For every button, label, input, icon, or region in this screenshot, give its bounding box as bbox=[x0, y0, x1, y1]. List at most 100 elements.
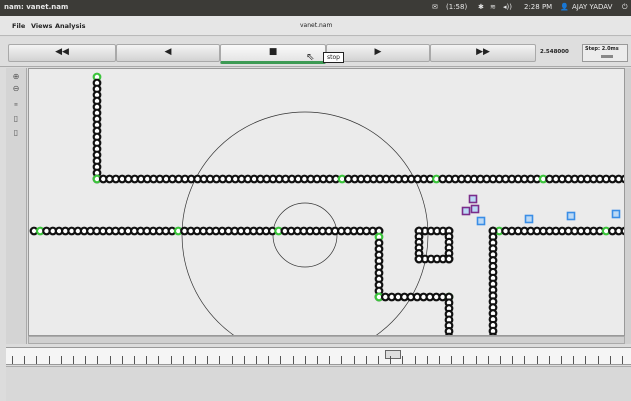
step-label: Step: 2.0ms bbox=[585, 46, 619, 52]
menu-views[interactable]: Views bbox=[31, 22, 52, 30]
vehicle-node bbox=[524, 214, 534, 224]
timeline-tick bbox=[292, 356, 294, 364]
timeline-tick bbox=[487, 356, 489, 364]
timeline-tick bbox=[500, 356, 501, 364]
vehicle-node bbox=[476, 216, 486, 226]
fast-forward-button[interactable]: ▶▶ bbox=[430, 44, 536, 62]
mouse-cursor-icon: ⇖ bbox=[306, 52, 315, 63]
timeline-tick bbox=[341, 356, 343, 364]
timeline-tick bbox=[207, 356, 209, 364]
timeline-tick bbox=[414, 356, 416, 364]
road-nodes bbox=[29, 72, 624, 335]
left-toolbar: ⊕ ⊖ ≡ ▯ ▯ bbox=[6, 68, 27, 344]
rewind-button[interactable]: ◀ bbox=[116, 44, 220, 62]
zoom-level-icon[interactable]: ≡ bbox=[10, 100, 22, 110]
timeline-tick bbox=[280, 356, 282, 364]
monitor-icon[interactable]: ▯ bbox=[10, 128, 22, 138]
timeline-tick bbox=[182, 356, 184, 364]
timeline-tick bbox=[390, 356, 392, 364]
timeline-tick bbox=[524, 356, 526, 364]
timeline-tick bbox=[12, 356, 13, 364]
mail-icon[interactable]: ✉ bbox=[432, 3, 438, 11]
timeline-slider[interactable] bbox=[6, 347, 631, 365]
timeline-tick bbox=[548, 356, 550, 364]
menu-bar: File Views Analysis vanet.nam bbox=[0, 16, 631, 36]
fast-rewind-button[interactable]: ◀◀ bbox=[8, 44, 116, 62]
range-circle-outer bbox=[181, 111, 429, 335]
network-node bbox=[444, 254, 454, 264]
vertical-scrollbar[interactable] bbox=[625, 68, 631, 344]
timeline-tick bbox=[317, 356, 318, 364]
timeline-tick bbox=[48, 356, 50, 364]
network-node bbox=[414, 254, 424, 264]
file-name-label: vanet.nam bbox=[300, 22, 333, 29]
timeline-tick bbox=[24, 356, 26, 364]
timeline-tick bbox=[170, 356, 172, 364]
wifi-icon[interactable]: ≋ bbox=[490, 3, 496, 11]
timeline-tick bbox=[219, 356, 221, 364]
clock[interactable]: 2:28 PM bbox=[524, 3, 552, 11]
timeline-tick bbox=[304, 356, 306, 364]
timeline-tick bbox=[146, 356, 148, 364]
timeline-tick bbox=[573, 356, 575, 364]
step-slider[interactable] bbox=[601, 55, 613, 58]
timeline-tick bbox=[353, 356, 355, 364]
timeline-tick bbox=[73, 356, 74, 364]
timeline-tick bbox=[585, 356, 587, 364]
timeline-tick bbox=[109, 356, 111, 364]
user-icon: 👤 bbox=[560, 3, 569, 11]
timeline-tick bbox=[536, 356, 538, 364]
step-control[interactable]: Step: 2.0ms bbox=[582, 44, 628, 62]
vehicle-node bbox=[611, 209, 621, 219]
zoom-out-icon[interactable]: ⊖ bbox=[10, 84, 22, 94]
timeline-tick bbox=[475, 356, 477, 364]
timeline-tick bbox=[451, 356, 453, 364]
user-name[interactable]: AJAY YADAV bbox=[572, 3, 612, 11]
timeline-tick bbox=[60, 356, 62, 364]
vehicle-nodes bbox=[461, 194, 621, 226]
window-title: nam: vanet.nam bbox=[4, 3, 69, 11]
playback-controls: ◀◀ ◀ ■ ▶ ▶▶ 2.548000 Step: 2.0ms bbox=[0, 37, 631, 67]
timeline-tick bbox=[195, 356, 196, 364]
stop-tooltip: stop bbox=[323, 52, 344, 63]
timeline-tick bbox=[85, 356, 87, 364]
vehicle-node bbox=[566, 211, 576, 221]
timeline-tick bbox=[609, 356, 611, 364]
vehicle-node bbox=[470, 204, 480, 214]
system-top-bar: nam: vanet.nam ✉ (1:58) ✱ ≋ ◂)) 2:28 PM … bbox=[0, 0, 631, 16]
timeline-tick bbox=[365, 356, 367, 364]
nav-icon[interactable]: ▯ bbox=[10, 114, 22, 124]
timeline-tick bbox=[378, 356, 379, 364]
timeline-tick bbox=[402, 356, 404, 364]
bluetooth-icon[interactable]: ✱ bbox=[478, 3, 484, 11]
timeline-tick bbox=[463, 356, 465, 364]
zoom-in-icon[interactable]: ⊕ bbox=[10, 72, 22, 82]
annotation-panel bbox=[6, 366, 631, 401]
animation-canvas[interactable] bbox=[28, 68, 625, 336]
timeline-tick bbox=[329, 356, 331, 364]
timeline-tick bbox=[121, 356, 123, 364]
horizontal-scrollbar[interactable] bbox=[28, 336, 625, 344]
timeline-tick bbox=[36, 356, 38, 364]
menu-analysis[interactable]: Analysis bbox=[55, 22, 85, 30]
time-display: 2.548000 bbox=[540, 49, 569, 55]
timeline-tick bbox=[561, 356, 562, 364]
timeline-tick bbox=[426, 356, 428, 364]
timeline-tick bbox=[158, 356, 160, 364]
timeline-tick bbox=[597, 356, 599, 364]
timeline-tick bbox=[268, 356, 270, 364]
timeline-tick bbox=[134, 356, 135, 364]
battery-status[interactable]: (1:58) bbox=[446, 3, 467, 11]
menu-file[interactable]: File bbox=[12, 22, 25, 30]
network-topology bbox=[29, 72, 624, 335]
timeline-tick bbox=[439, 356, 440, 364]
timeline-tick bbox=[622, 356, 623, 364]
timeline-tick bbox=[97, 356, 99, 364]
timeline-tick bbox=[231, 356, 233, 364]
timeline-tick bbox=[243, 356, 245, 364]
volume-icon[interactable]: ◂)) bbox=[503, 3, 512, 11]
vehicle-node bbox=[468, 194, 478, 204]
timeline-marker[interactable] bbox=[385, 350, 401, 359]
timeline-tick bbox=[256, 356, 257, 364]
power-icon[interactable]: ⏻ bbox=[622, 3, 628, 12]
